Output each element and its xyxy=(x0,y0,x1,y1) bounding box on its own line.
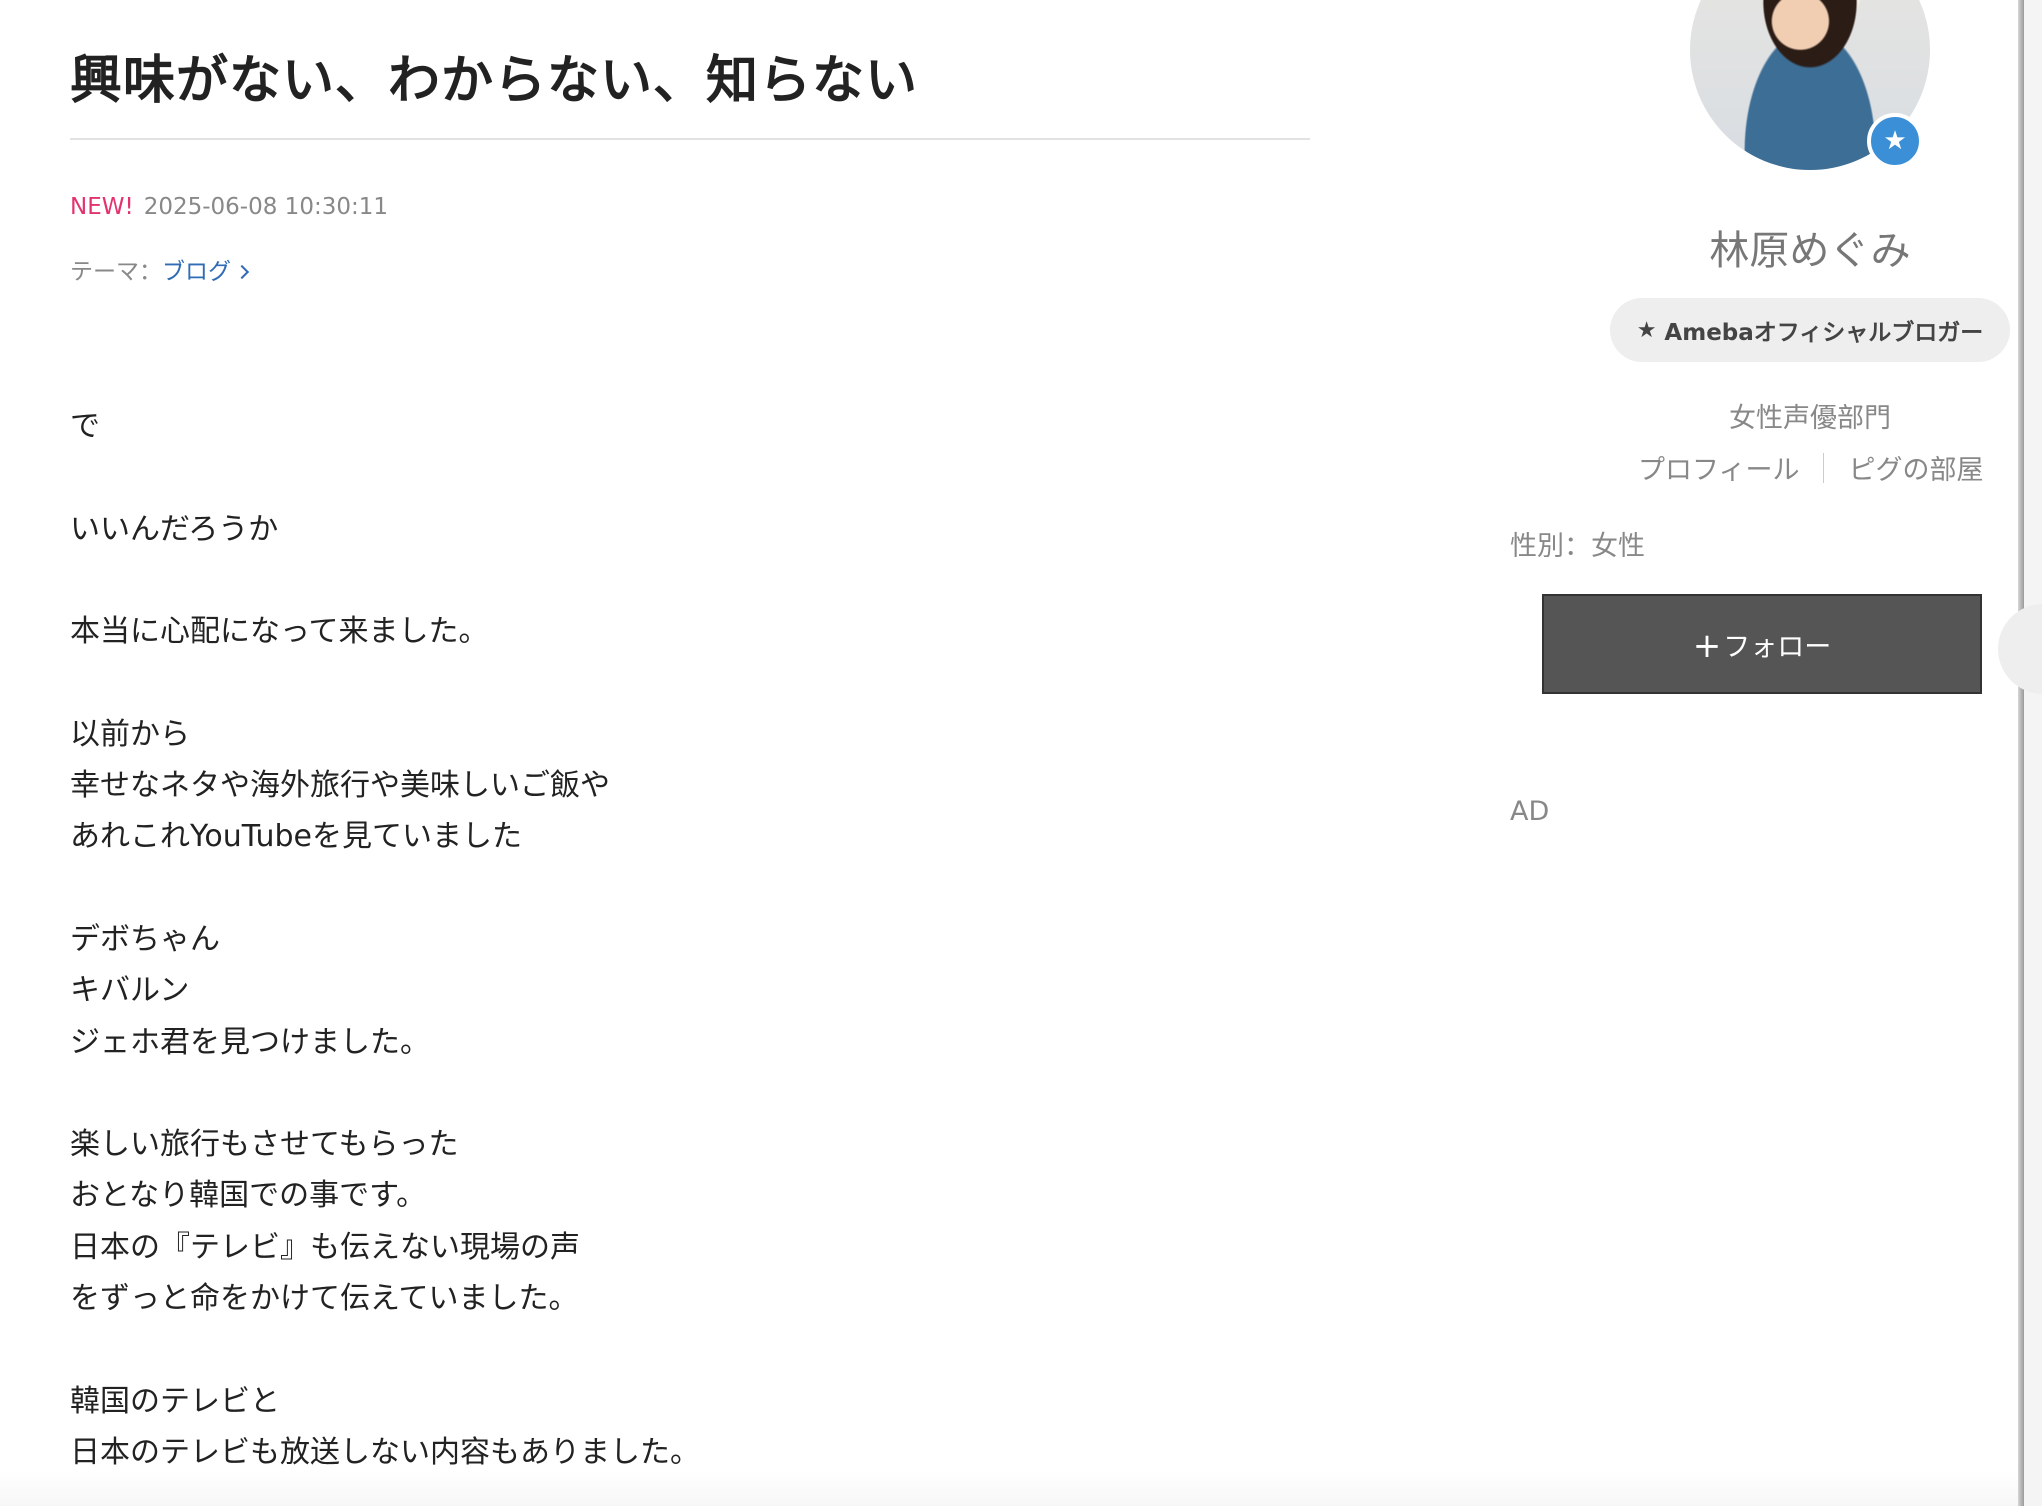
profile-link[interactable]: プロフィール xyxy=(1638,455,1799,486)
official-badge-icon: ★ xyxy=(1867,113,1923,169)
shooting-star-icon: ★ xyxy=(1636,317,1657,343)
theme-label: テーマ： xyxy=(70,259,162,285)
body-line: 以前から xyxy=(70,716,190,752)
body-line: をずっと命をかけて伝えていました。 xyxy=(70,1281,579,1317)
side-tab-handle[interactable] xyxy=(1998,604,2042,694)
body-line: 楽しい旅行もさせてもらった xyxy=(70,1127,459,1163)
entry-title: 興味がない、わからない、知らない xyxy=(70,51,919,111)
profile-sidebar: ★ 林原めぐみ ★ Amebaオフィシャルブロガー 女性声優部門 プロフィール ピグ… xyxy=(1500,0,2042,1506)
body-line: 幸せなネタや海外旅行や美味しいご飯や xyxy=(70,768,610,804)
follow-button-label: フォロー xyxy=(1723,631,1832,663)
body-line: おとなり韓国での事です。 xyxy=(70,1178,427,1214)
theme-link-label: ブログ xyxy=(162,259,231,285)
new-badge: NEW! xyxy=(70,194,134,220)
body-line: キバルン xyxy=(70,973,190,1009)
entry-theme: テーマ：ブログ xyxy=(70,252,250,286)
gender-info: 性別：女性 xyxy=(1510,531,1645,562)
profile-links: プロフィール ピグの部屋 xyxy=(1638,448,1983,487)
plus-icon: + xyxy=(1692,626,1722,666)
official-blogger-label: Amebaオフィシャルブロガー xyxy=(1664,320,1984,346)
pig-room-link[interactable]: ピグの部屋 xyxy=(1848,455,1983,486)
entry-datetime: 2025-06-08 10:30:11 xyxy=(143,194,388,220)
body-line: 韓国のテレビと xyxy=(70,1383,280,1419)
title-divider xyxy=(70,138,1310,140)
ad-label: AD xyxy=(1510,796,1550,827)
blogger-name[interactable]: 林原めぐみ xyxy=(1500,218,2042,276)
body-line: 本当に心配になって来ました。 xyxy=(70,614,489,650)
body-line: 日本の『テレビ』も伝えない現場の声 xyxy=(70,1229,580,1265)
body-line: あれこれYouTubeを見ていました xyxy=(70,819,522,855)
genre-category[interactable]: 女性声優部門 xyxy=(1500,396,2042,435)
link-divider xyxy=(1823,453,1825,483)
body-line: いいんだろうか xyxy=(70,511,279,547)
theme-link[interactable]: ブログ xyxy=(162,259,250,285)
avatar-container[interactable]: ★ xyxy=(1690,0,1930,170)
bottom-fade xyxy=(0,1470,2018,1506)
chevron-right-icon xyxy=(234,264,250,280)
body-line: ジェホ君を見つけました。 xyxy=(70,1024,430,1060)
official-blogger-badge[interactable]: ★ Amebaオフィシャルブロガー xyxy=(1610,298,2010,362)
body-line: で xyxy=(70,409,100,444)
follow-button[interactable]: + フォロー xyxy=(1542,594,1982,694)
entry-body: でいいんだろうか本当に心配になって来ました。 以前から幸せなネタや海外旅行や美味し… xyxy=(70,401,1270,1478)
entry-date: NEW! 2025-06-08 10:30:11 xyxy=(70,194,388,220)
body-line: デボちゃん xyxy=(70,921,220,957)
